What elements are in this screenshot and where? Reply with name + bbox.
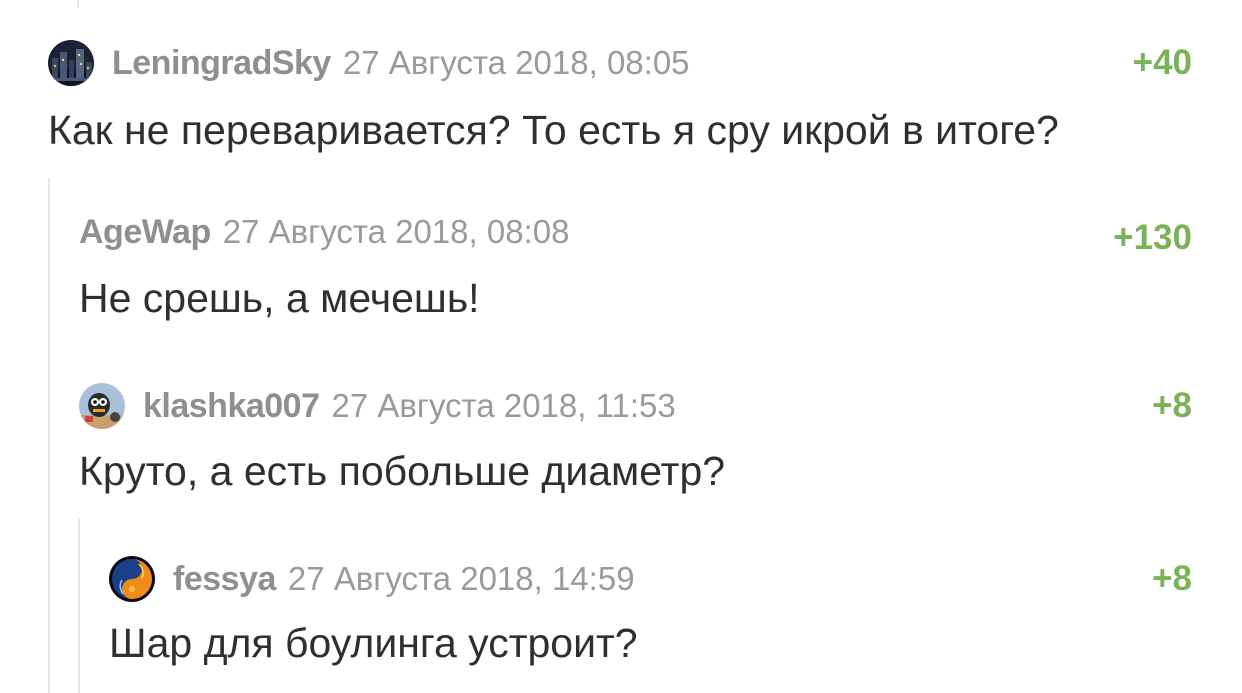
username[interactable]: klashka007 xyxy=(143,387,320,426)
city-night-avatar-icon[interactable] xyxy=(48,40,94,86)
rating[interactable]: +8 xyxy=(1152,386,1192,426)
comment-text: Круто, а есть побольше диаметр? xyxy=(79,448,726,494)
comment-text: Как не переваривается? То есть я сру икр… xyxy=(48,107,1059,153)
username[interactable]: fessya xyxy=(173,560,276,599)
comment: klashka007 27 Августа 2018, 11:53 +8 Кру… xyxy=(79,383,1192,495)
fire-ice-yinyang-avatar-icon[interactable] xyxy=(109,556,155,602)
thread-line-top xyxy=(77,0,79,8)
username[interactable]: AgeWap xyxy=(79,213,211,252)
comments-thread: LeningradSky 27 Августа 2018, 08:05 +40 … xyxy=(0,0,1242,693)
rating[interactable]: +8 xyxy=(1152,559,1192,599)
robot-avatar-icon[interactable] xyxy=(79,383,125,429)
rating[interactable]: +130 xyxy=(1113,218,1192,258)
comment-header: fessya 27 Августа 2018, 14:59 +8 xyxy=(109,556,1192,602)
thread-line-level-2[interactable] xyxy=(78,518,80,693)
comment: LeningradSky 27 Августа 2018, 08:05 +40 … xyxy=(48,40,1192,154)
comment-header: klashka007 27 Августа 2018, 11:53 +8 xyxy=(79,383,1192,429)
comment: AgeWap 27 Августа 2018, 08:08 +130 Не ср… xyxy=(79,212,1192,322)
timestamp[interactable]: 27 Августа 2018, 08:08 xyxy=(223,213,570,251)
comment-text: Шар для боулинга устроит? xyxy=(109,620,638,666)
timestamp[interactable]: 27 Августа 2018, 14:59 xyxy=(288,560,635,598)
comment: fessya 27 Августа 2018, 14:59 +8 Шар для… xyxy=(109,556,1192,667)
comment-header: AgeWap 27 Августа 2018, 08:08 +130 xyxy=(79,212,1192,258)
thread-line-level-1[interactable] xyxy=(48,178,50,693)
username[interactable]: LeningradSky xyxy=(112,44,331,83)
timestamp[interactable]: 27 Августа 2018, 11:53 xyxy=(332,387,676,425)
comment-header: LeningradSky 27 Августа 2018, 08:05 +40 xyxy=(48,40,1192,86)
timestamp[interactable]: 27 Августа 2018, 08:05 xyxy=(343,44,690,82)
comment-text: Не срешь, а мечешь! xyxy=(79,275,480,321)
rating[interactable]: +40 xyxy=(1133,43,1192,83)
